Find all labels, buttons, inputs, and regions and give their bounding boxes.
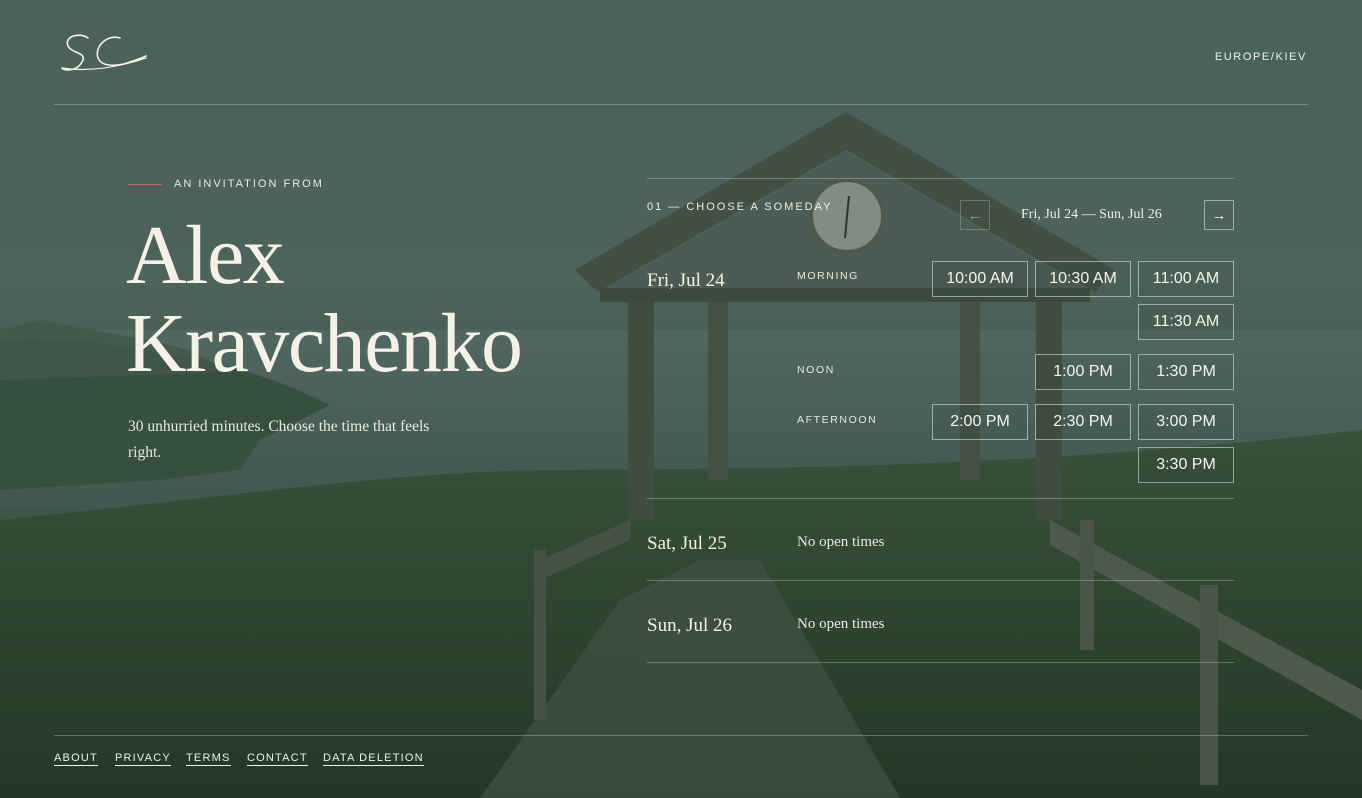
no-open-times: No open times bbox=[797, 534, 885, 550]
time-slot[interactable]: 2:00 PM bbox=[932, 404, 1028, 440]
time-slot[interactable]: 3:00 PM bbox=[1138, 404, 1234, 440]
invitation-eyebrow: AN INVITATION FROM bbox=[174, 178, 324, 190]
host-first-name: Alex bbox=[126, 209, 285, 302]
footer-link-privacy[interactable]: PRIVACY bbox=[115, 752, 171, 766]
host-last-name: Kravchenko bbox=[126, 297, 523, 390]
period-label-afternoon: AFTERNOON bbox=[797, 414, 878, 426]
no-open-times: No open times bbox=[797, 616, 885, 632]
background-image bbox=[0, 0, 1362, 798]
day-divider bbox=[647, 498, 1234, 499]
time-slot[interactable]: 1:00 PM bbox=[1035, 354, 1131, 390]
next-range-button[interactable]: → bbox=[1204, 200, 1234, 230]
time-slot[interactable]: 1:30 PM bbox=[1138, 354, 1234, 390]
timezone-selector[interactable]: EUROPE/KIEV bbox=[1215, 51, 1307, 63]
time-slot[interactable]: 10:00 AM bbox=[932, 261, 1028, 297]
footer-link-about[interactable]: ABOUT bbox=[54, 752, 98, 766]
logo[interactable] bbox=[58, 28, 150, 76]
footer-link-data-deletion[interactable]: DATA DELETION bbox=[323, 752, 424, 766]
day-label: Fri, Jul 24 bbox=[647, 270, 725, 291]
time-slot[interactable]: 3:30 PM bbox=[1138, 447, 1234, 483]
host-name: Alex Kravchenko bbox=[126, 209, 523, 390]
time-slot[interactable]: 10:30 AM bbox=[1035, 261, 1131, 297]
step-label: 01 — CHOOSE A SOMEDAY bbox=[647, 201, 833, 213]
day-label: Sun, Jul 26 bbox=[647, 615, 732, 636]
footer-link-terms[interactable]: TERMS bbox=[186, 752, 231, 766]
time-slot[interactable]: 11:00 AM bbox=[1138, 261, 1234, 297]
meeting-description: 30 unhurried minutes. Choose the time th… bbox=[128, 418, 430, 461]
time-slot[interactable]: 11:30 AM bbox=[1138, 304, 1234, 340]
header-divider bbox=[54, 104, 1308, 105]
prev-range-button[interactable]: ← bbox=[960, 200, 990, 230]
footer-link-contact[interactable]: CONTACT bbox=[247, 752, 308, 766]
period-label-noon: NOON bbox=[797, 364, 835, 376]
date-range: Fri, Jul 24 — Sun, Jul 26 bbox=[1021, 207, 1162, 222]
eyebrow-accent-line bbox=[128, 184, 162, 185]
day-label: Sat, Jul 25 bbox=[647, 533, 727, 554]
time-slot[interactable]: 2:30 PM bbox=[1035, 404, 1131, 440]
arrow-right-icon: → bbox=[1211, 206, 1227, 224]
arrow-left-icon: ← bbox=[967, 206, 983, 224]
footer-divider bbox=[54, 735, 1308, 736]
period-label-morning: MORNING bbox=[797, 270, 859, 282]
day-divider bbox=[647, 580, 1234, 581]
day-divider bbox=[647, 662, 1234, 663]
scheduler-top-divider bbox=[647, 178, 1234, 179]
